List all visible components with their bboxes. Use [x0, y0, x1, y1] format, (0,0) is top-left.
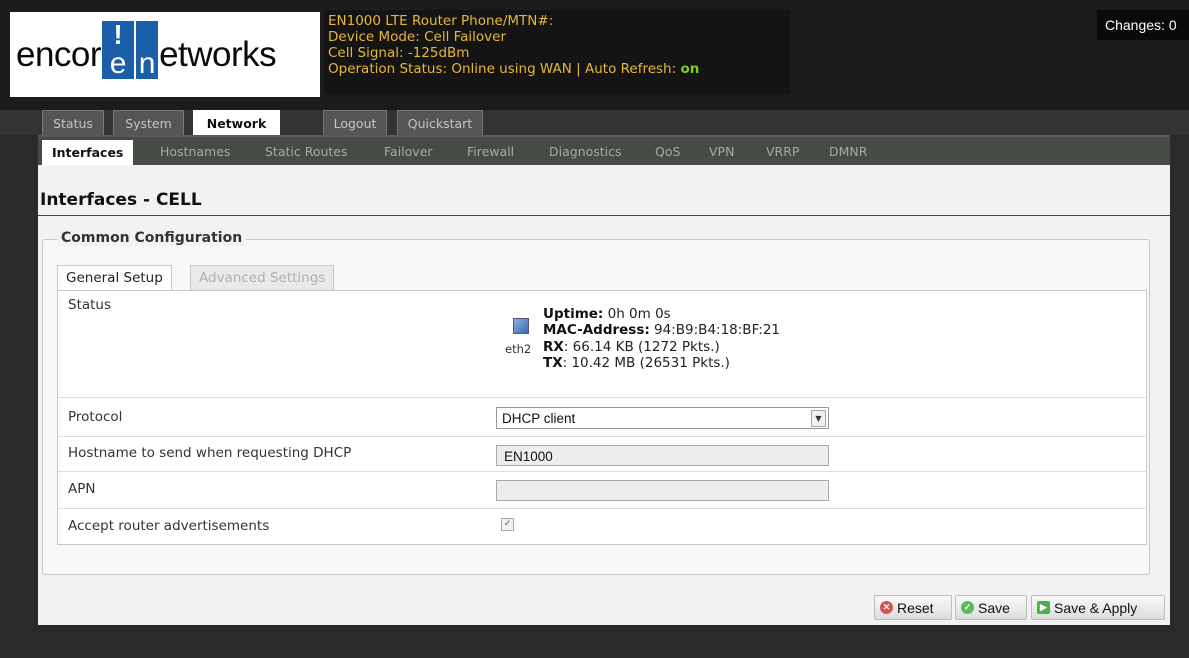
subtab-vrrp[interactable]: VRRP	[766, 139, 799, 165]
hostname-input[interactable]: EN1000	[496, 445, 829, 466]
tx-value: : 10.42 MB (26531 Pkts.)	[562, 355, 730, 371]
sub-nav: Interfaces Hostnames Static Routes Failo…	[38, 135, 1170, 166]
hostname-value: EN1000	[504, 449, 553, 464]
tab-general-setup[interactable]: General Setup	[57, 265, 172, 290]
cell-signal: Cell Signal: -125dBm	[328, 45, 470, 61]
reset-button[interactable]: ✕ Reset	[874, 595, 952, 620]
rx-label: RX	[543, 339, 564, 355]
tab-quickstart[interactable]: Quickstart	[397, 110, 483, 135]
subtab-failover[interactable]: Failover	[384, 139, 433, 165]
accept-ra-row: Accept router advertisements ✓	[58, 508, 1146, 544]
save-apply-icon: ▶	[1037, 601, 1050, 614]
status-label: Status	[68, 297, 112, 313]
device-info: EN1000 LTE Router Phone/MTN#: Device Mod…	[324, 10, 790, 94]
chevron-down-icon: ▼	[811, 410, 826, 427]
uptime-value: 0h 0m 0s	[603, 306, 671, 322]
logo-text-prefix: encor	[16, 34, 102, 74]
apn-row: APN	[58, 471, 1146, 509]
general-setup-panel: Status eth2 Uptime: 0h 0m 0s MAC-Address…	[57, 290, 1147, 545]
logo-text-suffix: etworks	[159, 34, 277, 74]
logo-badge-letter: e	[109, 46, 127, 80]
reset-x-icon: ✕	[880, 601, 893, 614]
network-port-icon	[513, 318, 529, 334]
save-apply-button[interactable]: ▶ Save & Apply	[1031, 595, 1165, 620]
logo-badge-mark: !	[113, 18, 123, 50]
uptime-line: Uptime: 0h 0m 0s	[543, 306, 671, 322]
subtab-interfaces[interactable]: Interfaces	[42, 140, 134, 166]
tab-system[interactable]: System	[113, 110, 184, 135]
tab-network[interactable]: Network	[193, 110, 280, 135]
apn-input[interactable]	[496, 480, 829, 501]
mac-label: MAC-Address:	[543, 322, 650, 338]
header: encor! e n etworks EN1000 LTE Router Phone/…	[0, 0, 1189, 113]
accept-ra-label: Accept router advertisements	[68, 518, 270, 534]
status-row: Status eth2 Uptime: 0h 0m 0s MAC-Address…	[58, 291, 1146, 398]
subtab-firewall[interactable]: Firewall	[467, 139, 514, 165]
save-apply-label: Save & Apply	[1054, 600, 1138, 616]
protocol-select[interactable]: DHCP client ▼	[496, 407, 829, 429]
accept-ra-checkbox[interactable]: ✓	[501, 518, 514, 531]
save-check-icon: ✓	[961, 601, 974, 614]
subtab-qos[interactable]: QoS	[655, 139, 680, 165]
uptime-label: Uptime:	[543, 306, 604, 322]
tab-logout[interactable]: Logout	[323, 110, 387, 135]
main-content: Interfaces - CELL Common Configuration G…	[38, 165, 1170, 625]
interface-name: eth2	[505, 342, 532, 356]
rx-line: RX: 66.14 KB (1272 Pkts.)	[543, 339, 720, 355]
rx-value: : 66.14 KB (1272 Pkts.)	[563, 339, 720, 355]
save-label: Save	[978, 600, 1010, 616]
subtab-diagnostics[interactable]: Diagnostics	[549, 139, 622, 165]
logo-badge-n: n	[136, 20, 159, 80]
subtab-hostnames[interactable]: Hostnames	[160, 139, 230, 165]
tab-status[interactable]: Status	[42, 110, 104, 135]
common-configuration-section: Common Configuration General Setup Advan…	[42, 230, 1150, 575]
changes-indicator[interactable]: Changes: 0	[1097, 10, 1189, 40]
logo-badge-n-letter: n	[138, 46, 156, 80]
apn-label: APN	[68, 481, 96, 497]
save-button[interactable]: ✓ Save	[955, 595, 1027, 620]
reset-label: Reset	[897, 600, 934, 616]
tx-label: TX	[543, 355, 563, 371]
auto-refresh-toggle[interactable]: on	[680, 61, 699, 77]
logo: encor! e n etworks	[10, 12, 320, 97]
page-title: Interfaces - CELL	[40, 190, 202, 210]
device-mode: Device Mode: Cell Failover	[328, 29, 507, 45]
logo-badge: ! e	[102, 18, 135, 80]
hostname-label: Hostname to send when requesting DHCP	[68, 445, 352, 461]
device-model: EN1000 LTE Router Phone/MTN#:	[328, 13, 554, 29]
title-divider	[38, 215, 1170, 216]
operation-status: Operation Status: Online using WAN | Aut…	[328, 61, 786, 77]
protocol-label: Protocol	[68, 409, 123, 425]
hostname-row: Hostname to send when requesting DHCP EN…	[58, 436, 1146, 472]
operation-status-text: Operation Status: Online using WAN | Aut…	[328, 61, 681, 77]
tx-line: TX: 10.42 MB (26531 Pkts.)	[543, 355, 730, 371]
subtab-vpn[interactable]: VPN	[709, 139, 734, 165]
protocol-value: DHCP client	[502, 411, 576, 426]
mac-line: MAC-Address: 94:B9:B4:18:BF:21	[543, 322, 780, 338]
tab-advanced-settings[interactable]: Advanced Settings	[190, 265, 335, 290]
protocol-row: Protocol DHCP client ▼	[58, 397, 1146, 437]
subtab-static-routes[interactable]: Static Routes	[265, 139, 348, 165]
top-nav: Status System Network Logout Quickstart	[0, 110, 1189, 135]
subtab-dmnr[interactable]: DMNR	[829, 139, 867, 165]
section-legend: Common Configuration	[57, 230, 247, 246]
mac-value: 94:B9:B4:18:BF:21	[649, 322, 781, 338]
